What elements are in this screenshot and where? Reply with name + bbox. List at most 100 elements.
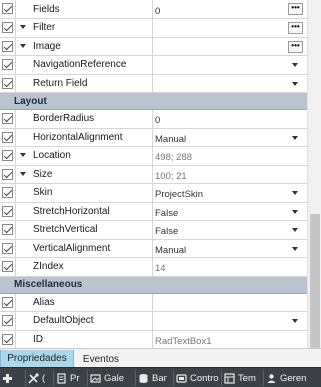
property-value[interactable]: 0 xyxy=(155,112,160,130)
property-checkbox[interactable] xyxy=(2,150,13,161)
dock-item-controls[interactable]: Contro xyxy=(176,370,219,386)
property-row-verticalalignment[interactable]: VerticalAlignment Manual xyxy=(0,239,307,260)
property-row-defaultobject[interactable]: DefaultObject xyxy=(0,312,307,331)
property-checkbox[interactable] xyxy=(2,296,13,308)
bottom-dock-bar: ( Pr Gale Bar Contro Tem Geren xyxy=(0,367,321,387)
gutter-divider xyxy=(15,37,16,55)
property-checkbox[interactable] xyxy=(2,242,13,254)
dropdown-arrow-icon[interactable] xyxy=(292,246,298,251)
column-divider xyxy=(152,147,153,165)
dropdown-arrow-icon[interactable] xyxy=(292,63,298,67)
dropdown-arrow-icon[interactable] xyxy=(292,319,298,323)
dock-item-label: Contro xyxy=(190,372,219,384)
column-divider xyxy=(152,184,153,202)
expand-arrow-icon[interactable] xyxy=(20,171,26,176)
column-divider xyxy=(152,165,153,183)
property-value[interactable]: Manual xyxy=(155,242,186,260)
dock-item-tools[interactable]: ( xyxy=(28,370,45,386)
column-divider xyxy=(152,202,153,220)
dropdown-arrow-icon[interactable] xyxy=(292,81,298,86)
property-row-image[interactable]: Image ••• xyxy=(0,37,307,56)
category-layout[interactable]: Layout xyxy=(0,93,307,110)
property-value[interactable]: 0 xyxy=(155,2,160,20)
dock-item-template[interactable]: Tem xyxy=(224,370,256,386)
property-checkbox[interactable] xyxy=(2,205,13,217)
property-checkbox[interactable] xyxy=(2,22,13,33)
property-checkbox[interactable] xyxy=(2,3,13,14)
dock-item-label: Pr xyxy=(70,372,80,384)
property-checkbox[interactable] xyxy=(2,315,13,326)
property-name: Size xyxy=(33,168,53,180)
expand-arrow-icon[interactable] xyxy=(20,43,26,48)
gutter-divider xyxy=(15,312,16,330)
property-name: Image xyxy=(33,40,61,52)
ellipsis-button[interactable]: ••• xyxy=(288,3,303,15)
dock-item-page[interactable]: Pr xyxy=(56,370,80,386)
property-row-stretchhorizontal[interactable]: StretchHorizontal False xyxy=(0,202,307,223)
property-row-fields[interactable]: Fields 0 ••• xyxy=(0,0,307,19)
dock-item-add[interactable] xyxy=(2,370,16,386)
expand-arrow-icon[interactable] xyxy=(20,25,26,29)
property-row-stretchvertical[interactable]: StretchVertical False xyxy=(0,221,307,240)
column-divider xyxy=(152,56,153,74)
dropdown-arrow-icon[interactable] xyxy=(292,209,298,214)
dock-item-gallery[interactable]: Gale xyxy=(90,370,124,386)
dropdown-arrow-icon[interactable] xyxy=(292,191,298,195)
scrollbar-thumb[interactable] xyxy=(310,214,320,348)
property-row-id[interactable]: ID RadTextBox1 xyxy=(0,330,307,349)
property-checkbox[interactable] xyxy=(2,131,13,143)
property-row-horizontalalignment[interactable]: HorizontalAlignment Manual xyxy=(0,128,307,149)
property-row-skin[interactable]: Skin ProjectSkin xyxy=(0,184,307,203)
vertical-scrollbar[interactable] xyxy=(307,0,321,348)
property-value[interactable]: 100; 21 xyxy=(155,168,187,186)
property-value[interactable]: False xyxy=(155,205,178,223)
dock-item-manager[interactable]: Geren xyxy=(266,370,306,386)
property-row-alias[interactable]: Alias xyxy=(0,293,307,312)
property-checkbox[interactable] xyxy=(2,113,13,124)
dropdown-arrow-icon[interactable] xyxy=(292,228,298,232)
property-row-size[interactable]: Size 100; 21 xyxy=(0,165,307,186)
dock-item-database[interactable]: Bar xyxy=(138,370,167,386)
expand-arrow-icon[interactable] xyxy=(20,153,26,157)
property-checkbox[interactable] xyxy=(2,187,13,198)
controls-icon xyxy=(176,373,187,384)
property-value[interactable]: Manual xyxy=(155,131,186,149)
property-checkbox[interactable] xyxy=(2,224,13,235)
gutter-divider xyxy=(15,202,16,220)
dock-separator xyxy=(53,370,54,386)
property-value[interactable]: 14 xyxy=(155,260,166,278)
property-name: ZIndex xyxy=(33,261,64,273)
property-list-data: Fields 0 ••• Filter ••• Image ••• NavigationRef… xyxy=(0,0,307,93)
property-name: HorizontalAlignment xyxy=(33,131,123,143)
property-row-return-field[interactable]: Return Field xyxy=(0,74,307,93)
page-icon xyxy=(56,372,67,384)
column-divider xyxy=(152,239,153,257)
gutter-divider xyxy=(15,128,16,146)
property-value[interactable]: False xyxy=(155,223,178,241)
property-checkbox[interactable] xyxy=(2,40,13,52)
property-value[interactable]: RadTextBox1 xyxy=(155,333,212,349)
property-checkbox[interactable] xyxy=(2,77,13,89)
tab-eventos[interactable]: Eventos xyxy=(76,350,126,368)
gutter-divider xyxy=(15,330,16,348)
property-checkbox[interactable] xyxy=(2,59,13,70)
property-row-location[interactable]: Location 498; 288 xyxy=(0,147,307,166)
property-row-navigationreference[interactable]: NavigationReference xyxy=(0,56,307,75)
column-divider xyxy=(152,37,153,55)
category-miscellaneous[interactable]: Miscellaneous xyxy=(0,276,307,294)
dock-separator xyxy=(173,370,174,386)
property-row-borderradius[interactable]: BorderRadius 0 xyxy=(0,110,307,129)
property-checkbox[interactable] xyxy=(2,261,13,272)
gutter-divider xyxy=(15,184,16,202)
ellipsis-button[interactable]: ••• xyxy=(288,40,303,53)
dropdown-arrow-icon[interactable] xyxy=(292,135,298,140)
property-row-filter[interactable]: Filter ••• xyxy=(0,19,307,38)
ellipsis-button[interactable]: ••• xyxy=(288,22,303,34)
property-checkbox[interactable] xyxy=(2,168,13,180)
property-value[interactable]: 498; 288 xyxy=(155,149,192,167)
tab-propriedades[interactable]: Propriedades xyxy=(0,350,74,368)
gutter-divider xyxy=(15,258,16,276)
property-value[interactable]: ProjectSkin xyxy=(155,186,203,204)
property-row-zindex[interactable]: ZIndex 14 xyxy=(0,258,307,277)
property-checkbox[interactable] xyxy=(2,333,13,345)
